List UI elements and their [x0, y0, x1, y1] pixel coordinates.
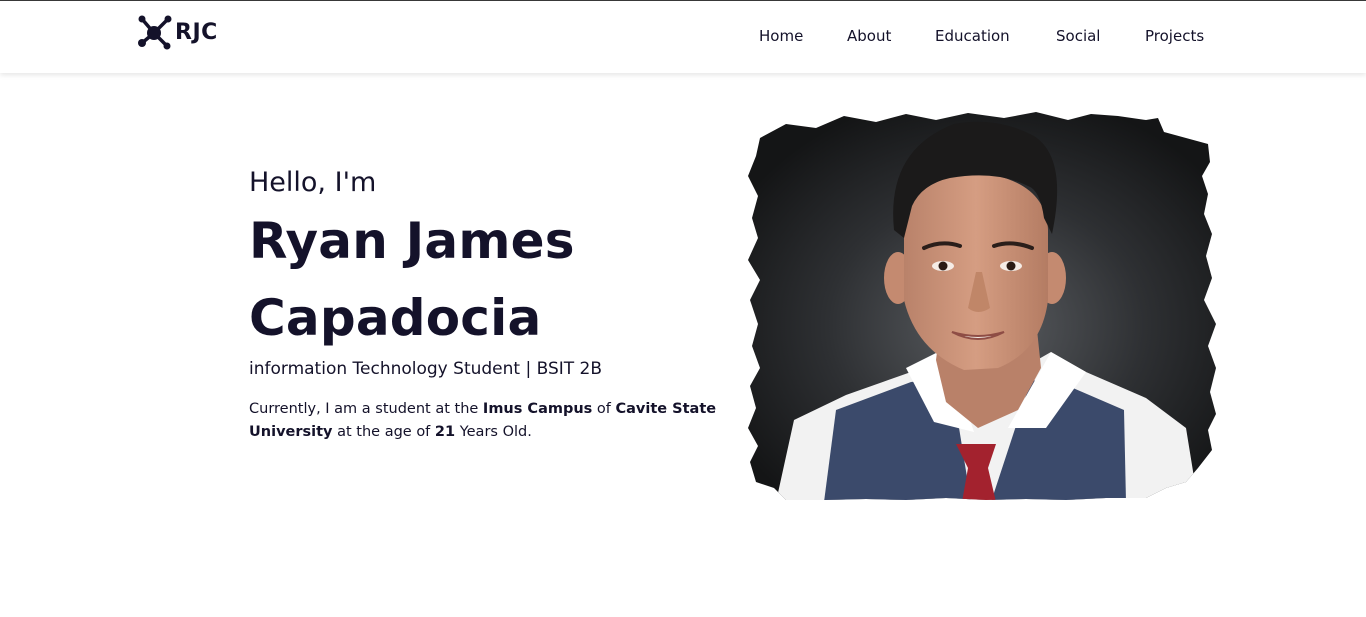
molecule-icon [137, 14, 173, 50]
nav-link-home[interactable]: Home [759, 27, 803, 45]
nav-link-social[interactable]: Social [1056, 27, 1100, 45]
hero-role: information Technology Student | BSIT 2B [249, 359, 603, 379]
hero-greeting: Hello, I'm [249, 167, 377, 198]
bio-text-2: of [592, 401, 616, 417]
brand-logo-link[interactable]: RJC [137, 14, 218, 50]
nav-link-about[interactable]: About [847, 27, 891, 45]
bio-text-3: at the age of [332, 424, 435, 440]
hero-name-first: Ryan James [249, 212, 575, 270]
brand-name: RJC [175, 19, 218, 45]
nav-link-projects[interactable]: Projects [1145, 27, 1204, 45]
hero-bio: Currently, I am a student at the Imus Ca… [249, 398, 729, 444]
bio-age: 21 [434, 424, 456, 440]
nav-link-education[interactable]: Education [935, 27, 1010, 45]
hero-name-last: Capadocia [249, 289, 542, 347]
navbar: RJC Home About Education Social Projects [0, 1, 1366, 73]
bio-text-1: Currently, I am a student at the [249, 401, 483, 417]
bio-campus: Imus Campus [482, 401, 593, 417]
bio-text-4: Years Old. [455, 424, 532, 440]
profile-photo [746, 110, 1226, 502]
